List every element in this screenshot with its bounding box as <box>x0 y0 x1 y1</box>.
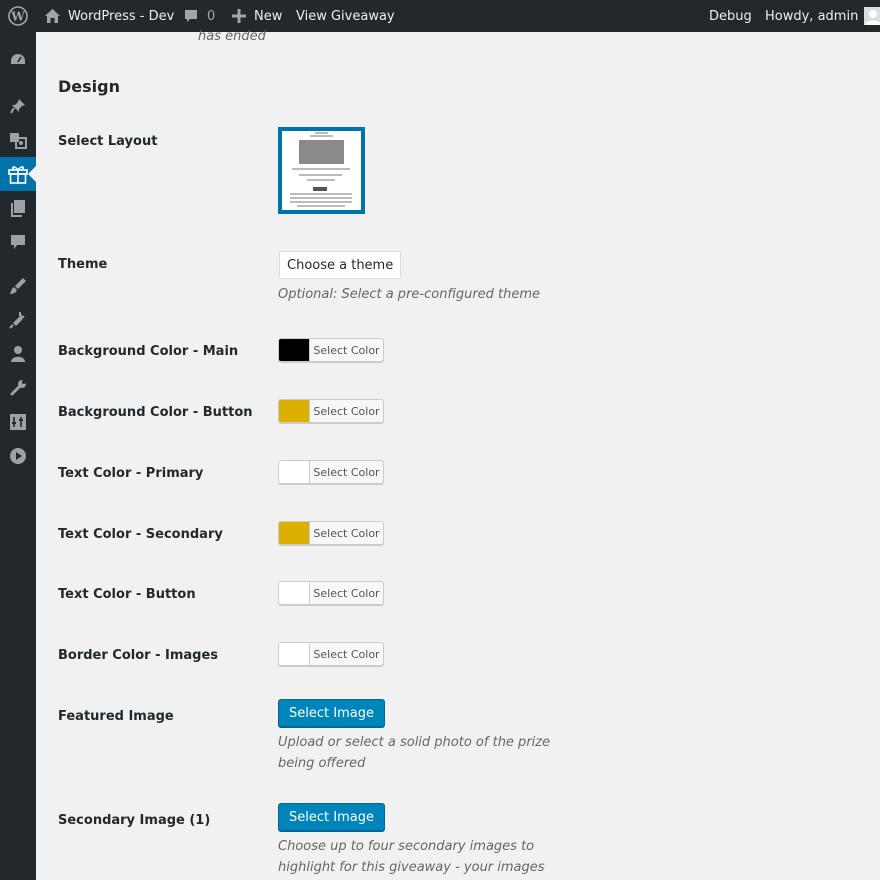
pages-icon[interactable] <box>0 191 36 225</box>
bg-button-color-picker[interactable]: Select Color <box>278 399 384 423</box>
border-images-color-label: Border Color - Images <box>58 648 219 663</box>
secondary-image-description-line1: Choose up to four secondary images to <box>278 839 535 854</box>
plugins-icon[interactable] <box>0 303 36 337</box>
comments-count: 0 <box>207 8 216 24</box>
wordpress-logo-icon[interactable]: W <box>8 0 28 32</box>
color-swatch <box>279 643 310 665</box>
secondary-image-label: Secondary Image (1) <box>58 813 211 828</box>
theme-label: Theme <box>58 257 108 272</box>
new-label: New <box>254 8 283 24</box>
color-swatch <box>279 400 310 422</box>
text-primary-color-picker[interactable]: Select Color <box>278 460 384 484</box>
svg-text:W: W <box>10 10 25 24</box>
featured-image-label: Featured Image <box>58 709 174 724</box>
comments-icon[interactable] <box>0 225 36 259</box>
play-icon[interactable] <box>0 439 36 473</box>
bg-button-color-label: Background Color - Button <box>58 405 253 420</box>
select-color-label: Select Color <box>313 343 380 357</box>
tools-icon[interactable] <box>0 371 36 405</box>
featured-image-description-line1: Upload or select a solid photo of the pr… <box>278 735 551 750</box>
plus-icon <box>232 9 246 23</box>
site-name-link[interactable]: WordPress - Dev <box>44 0 174 32</box>
select-color-label: Select Color <box>313 526 380 540</box>
color-swatch <box>279 461 310 483</box>
home-icon <box>44 8 61 24</box>
account-menu[interactable]: Howdy, admin <box>765 0 880 32</box>
choose-theme-button[interactable]: Choose a theme <box>279 251 402 279</box>
text-secondary-color-label: Text Color - Secondary <box>58 527 223 542</box>
section-title: Design <box>58 77 120 96</box>
border-images-color-picker[interactable]: Select Color <box>278 642 384 666</box>
dashboard-icon[interactable] <box>0 43 36 77</box>
text-primary-color-label: Text Color - Primary <box>58 466 204 481</box>
select-layout-label: Select Layout <box>58 134 158 149</box>
select-color-label: Select Color <box>313 404 380 418</box>
text-button-color-picker[interactable]: Select Color <box>278 581 384 605</box>
pin-icon[interactable] <box>0 89 36 123</box>
select-color-label: Select Color <box>313 586 380 600</box>
text-secondary-color-picker[interactable]: Select Color <box>278 521 384 545</box>
layout-thumbnail[interactable] <box>278 127 365 214</box>
text-button-color-label: Text Color - Button <box>58 587 196 602</box>
howdy-label: Howdy, admin <box>765 8 859 24</box>
view-giveaway-link[interactable]: View Giveaway <box>296 0 395 32</box>
featured-select-image-button[interactable]: Select Image <box>278 699 385 727</box>
secondary-select-image-button[interactable]: Select Image <box>278 803 385 831</box>
users-icon[interactable] <box>0 337 36 371</box>
color-swatch <box>279 582 310 604</box>
color-swatch <box>279 339 310 361</box>
secondary-image-description-line2: highlight for this giveaway - your image… <box>278 860 545 875</box>
color-swatch <box>279 522 310 544</box>
select-color-label: Select Color <box>313 465 380 479</box>
bg-main-color-label: Background Color - Main <box>58 344 239 359</box>
site-name: WordPress - Dev <box>68 8 175 24</box>
media-icon[interactable] <box>0 123 36 157</box>
theme-description: Optional: Select a pre-configured theme <box>278 287 541 302</box>
main-content: has ended Design Select Layout Theme Cho… <box>36 29 880 880</box>
avatar <box>864 7 880 25</box>
gift-icon[interactable] <box>0 157 36 191</box>
select-color-label: Select Color <box>313 647 380 661</box>
comment-bubble-icon <box>183 8 199 24</box>
debug-link[interactable]: Debug <box>709 0 752 32</box>
bg-main-color-picker[interactable]: Select Color <box>278 338 384 362</box>
appearance-icon[interactable] <box>0 269 36 303</box>
settings-icon[interactable] <box>0 405 36 439</box>
previous-field-description: has ended <box>198 29 266 44</box>
featured-image-description-line2: being offered <box>278 756 366 771</box>
admin-sidebar <box>0 32 36 880</box>
admin-bar: W WordPress - Dev 0 New View Giveaway De… <box>0 0 880 32</box>
